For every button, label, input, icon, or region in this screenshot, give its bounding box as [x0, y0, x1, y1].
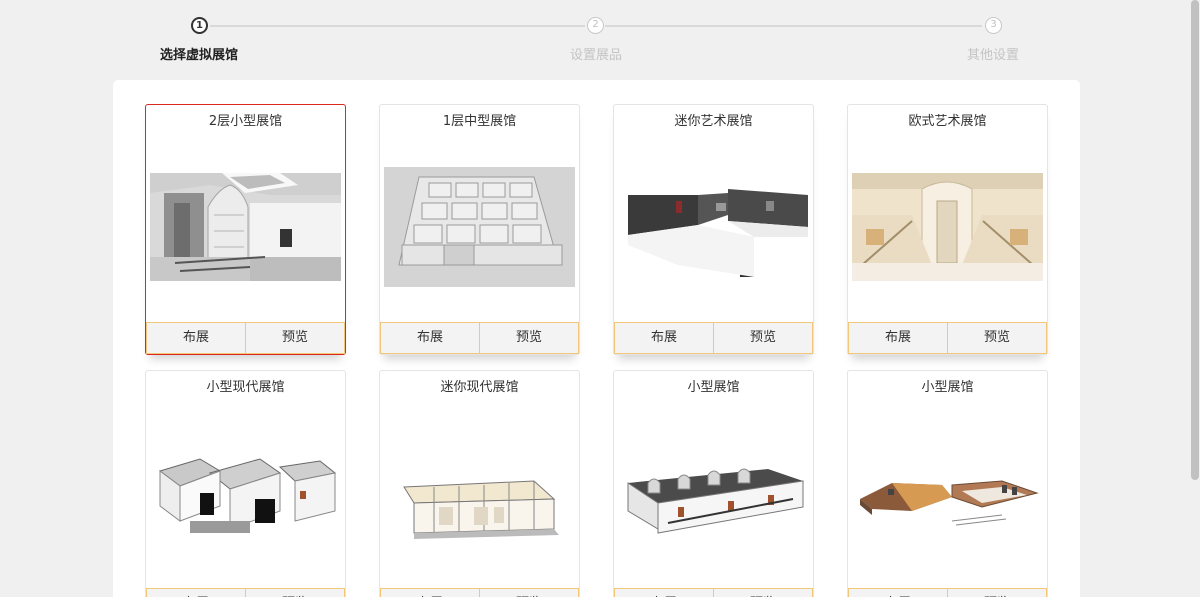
arrange-button[interactable]: 布展 — [848, 588, 948, 597]
hall-card[interactable]: 欧式艺术展馆 布展 预览 — [847, 104, 1048, 355]
hall-thumbnail[interactable] — [618, 145, 809, 295]
hall-card-title: 小型展馆 — [921, 380, 974, 395]
hall-thumbnail[interactable] — [852, 411, 1043, 561]
arrange-button[interactable]: 布展 — [146, 588, 246, 597]
step-3-indicator[interactable]: 3 — [985, 17, 1002, 34]
hall-card-actions: 布展 预览 — [614, 322, 813, 354]
preview-button[interactable]: 预览 — [480, 322, 579, 354]
hall-thumbnail[interactable] — [150, 145, 341, 295]
hall-card-actions: 布展 预览 — [380, 588, 579, 597]
hall-card-title: 小型展馆 — [687, 380, 740, 395]
hall-card[interactable]: 小型展馆 布展 预览 — [613, 370, 814, 597]
hall-card-actions: 布展 预览 — [146, 322, 345, 354]
arrange-button[interactable]: 布展 — [380, 322, 480, 354]
preview-button[interactable]: 预览 — [948, 588, 1047, 597]
arrange-button[interactable]: 布展 — [614, 588, 714, 597]
hall-thumbnail[interactable] — [852, 145, 1043, 295]
arrange-button[interactable]: 布展 — [848, 322, 948, 354]
arrange-button[interactable]: 布展 — [614, 322, 714, 354]
hall-thumbnail[interactable] — [384, 145, 575, 295]
hall-card-actions: 布展 预览 — [848, 588, 1047, 597]
hall-card[interactable]: 2层小型展馆 布展 预览 — [145, 104, 346, 355]
hall-card[interactable]: 1层中型展馆 布展 预览 — [379, 104, 580, 355]
preview-button[interactable]: 预览 — [714, 588, 813, 597]
hall-card-actions: 布展 预览 — [380, 322, 579, 354]
hall-card-title: 1层中型展馆 — [442, 114, 517, 129]
hall-card-actions: 布展 预览 — [146, 588, 345, 597]
scrollbar-thumb[interactable] — [1191, 0, 1199, 480]
step-3-label[interactable]: 其他设置 — [967, 44, 1019, 63]
hall-card-actions: 布展 预览 — [848, 322, 1047, 354]
hall-thumbnail[interactable] — [384, 411, 575, 561]
hall-card-title: 迷你现代展馆 — [440, 380, 519, 395]
hall-card[interactable]: 迷你艺术展馆 布展 预览 — [613, 104, 814, 355]
preview-button[interactable]: 预览 — [714, 322, 813, 354]
preview-button[interactable]: 预览 — [246, 588, 345, 597]
page: 1 选择虚拟展馆 2 设置展品 3 其他设置 2层小型展馆 布展 预览 1层中型… — [0, 0, 1200, 597]
stepper: 1 选择虚拟展馆 2 设置展品 3 其他设置 — [0, 0, 1200, 70]
preview-button[interactable]: 预览 — [480, 588, 579, 597]
page-scrollbar[interactable] — [1190, 0, 1200, 597]
arrange-button[interactable]: 布展 — [146, 322, 246, 354]
hall-thumbnail[interactable] — [618, 411, 809, 561]
hall-card-title: 2层小型展馆 — [208, 114, 283, 129]
hall-card-title: 欧式艺术展馆 — [908, 114, 987, 129]
hall-card[interactable]: 小型现代展馆 布展 预览 — [145, 370, 346, 597]
hall-thumbnail[interactable] — [150, 411, 341, 561]
hall-card[interactable]: 迷你现代展馆 布展 预览 — [379, 370, 580, 597]
hall-card-title: 小型现代展馆 — [206, 380, 285, 395]
step-connector — [605, 25, 982, 27]
hall-card[interactable]: 小型展馆 布展 预览 — [847, 370, 1048, 597]
arrange-button[interactable]: 布展 — [380, 588, 480, 597]
hall-selection-panel: 2层小型展馆 布展 预览 1层中型展馆 布展 预览 迷你艺术展馆 布展 预览 欧… — [113, 80, 1080, 597]
step-2-indicator[interactable]: 2 — [587, 17, 604, 34]
preview-button[interactable]: 预览 — [948, 322, 1047, 354]
preview-button[interactable]: 预览 — [246, 322, 345, 354]
hall-card-title: 迷你艺术展馆 — [674, 114, 753, 129]
step-1-label[interactable]: 选择虚拟展馆 — [160, 44, 238, 63]
step-1-indicator[interactable]: 1 — [191, 17, 208, 34]
step-2-label[interactable]: 设置展品 — [570, 44, 622, 63]
step-connector — [210, 25, 585, 27]
hall-card-actions: 布展 预览 — [614, 588, 813, 597]
